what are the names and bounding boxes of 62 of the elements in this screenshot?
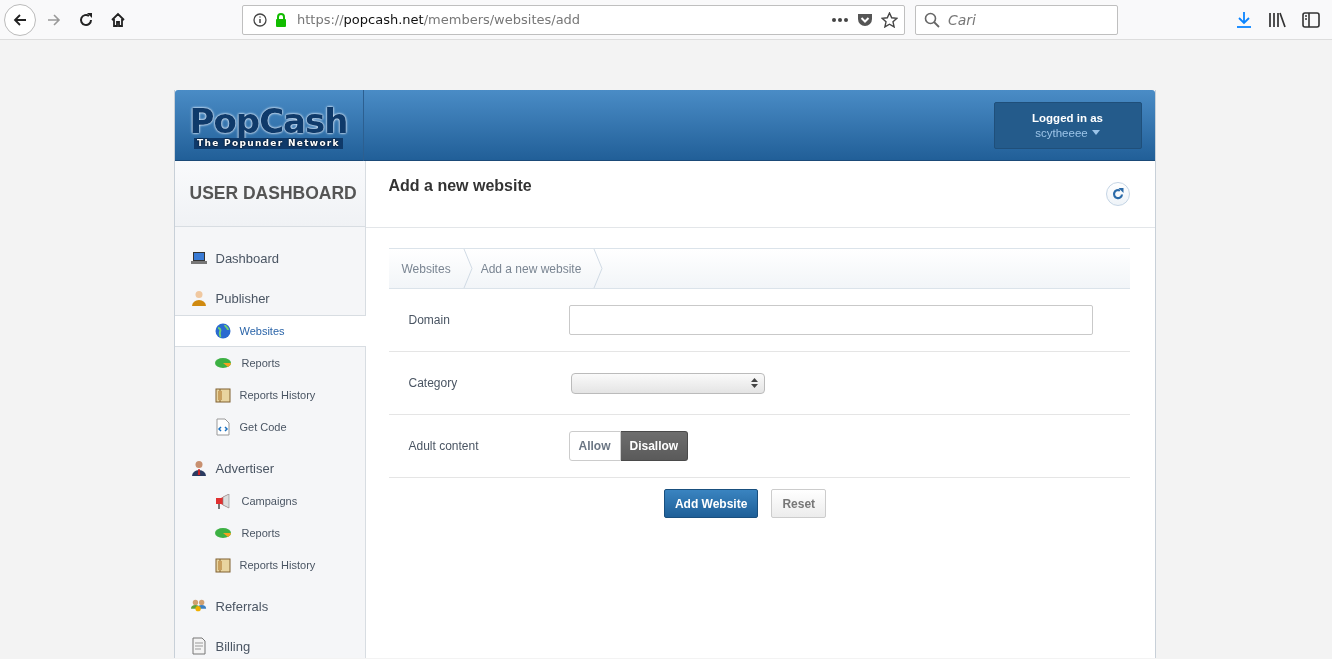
folder-icon — [214, 557, 231, 573]
more-icon[interactable] — [831, 16, 849, 23]
laptop-icon — [190, 251, 207, 265]
search-icon — [924, 11, 940, 28]
sidebar-title: USER DASHBOARD — [189, 183, 357, 204]
lock-icon — [275, 12, 287, 27]
address-bar[interactable]: https://popcash.net/members/websites/add — [242, 4, 905, 35]
library-icon[interactable] — [1268, 11, 1286, 28]
document-icon — [190, 637, 207, 655]
toggle-option[interactable]: Allow — [568, 431, 621, 461]
code-file-icon — [214, 418, 231, 436]
people-icon — [190, 598, 207, 614]
sidebar-subitem[interactable]: Reports History — [174, 379, 365, 411]
breadcrumb-link[interactable]: Websites — [388, 261, 463, 276]
sidebar-item[interactable]: Referrals — [174, 586, 365, 626]
logged-in-label: Logged in as — [1032, 111, 1103, 124]
sidebar-subitem[interactable]: Reports — [174, 347, 365, 379]
username: scytheeee — [1035, 126, 1088, 139]
sidebar-icon[interactable] — [1302, 11, 1320, 28]
caret-icon — [1091, 130, 1100, 135]
star-icon[interactable] — [881, 11, 898, 28]
forward-arrow-icon[interactable] — [46, 11, 62, 28]
updown-arrows-icon — [750, 378, 758, 388]
back-arrow-icon — [12, 11, 28, 28]
sidebar-subitem[interactable]: Reports — [174, 517, 365, 549]
refresh-button[interactable] — [1105, 182, 1130, 206]
pie-chart-icon — [214, 357, 233, 369]
businessman-icon — [190, 460, 207, 476]
search-field[interactable]: Cari — [915, 4, 1118, 35]
info-icon — [253, 12, 267, 27]
back-button[interactable] — [4, 3, 36, 36]
folder-icon — [214, 387, 231, 403]
sidebar-subitem[interactable]: Reports History — [174, 549, 365, 581]
breadcrumb-link[interactable]: Add a new website — [472, 261, 594, 276]
download-icon[interactable] — [1236, 10, 1252, 29]
reload-icon[interactable] — [78, 11, 94, 28]
person-icon — [190, 290, 207, 306]
globe-icon — [214, 323, 231, 339]
sidebar-item[interactable]: Billing — [174, 626, 365, 658]
sidebar-subitem[interactable]: Websites — [174, 315, 366, 347]
field-label: Domain — [407, 313, 451, 327]
domain-input[interactable] — [568, 305, 1093, 335]
field-label: Adult content — [407, 439, 480, 453]
submit-button[interactable]: Add Website — [663, 489, 759, 518]
home-icon[interactable] — [110, 11, 126, 28]
url-text: https://popcash.net/members/websites/add — [297, 12, 581, 27]
pie-chart-icon — [214, 527, 233, 539]
page-title: Add a new website — [388, 177, 532, 195]
logo-tagline: The Popunder Network — [194, 137, 343, 149]
toggle-option[interactable]: Disallow — [620, 431, 689, 461]
field-label: Category — [407, 376, 459, 390]
sidebar-item[interactable]: Dashboard — [174, 238, 365, 278]
logo-wordmark: PopCash — [189, 103, 348, 138]
sidebar-item[interactable]: Publisher — [174, 278, 365, 318]
user-menu[interactable]: Logged in as scytheeee — [993, 101, 1142, 149]
sidebar-subitem[interactable]: Get Code — [174, 411, 365, 443]
sidebar-subitem[interactable]: Campaigns — [174, 485, 365, 517]
pocket-icon[interactable] — [857, 12, 873, 27]
reset-button[interactable]: Reset — [771, 489, 827, 518]
sidebar-item[interactable]: Advertiser — [174, 448, 365, 488]
megaphone-icon — [214, 493, 233, 509]
refresh-icon — [1111, 188, 1124, 200]
